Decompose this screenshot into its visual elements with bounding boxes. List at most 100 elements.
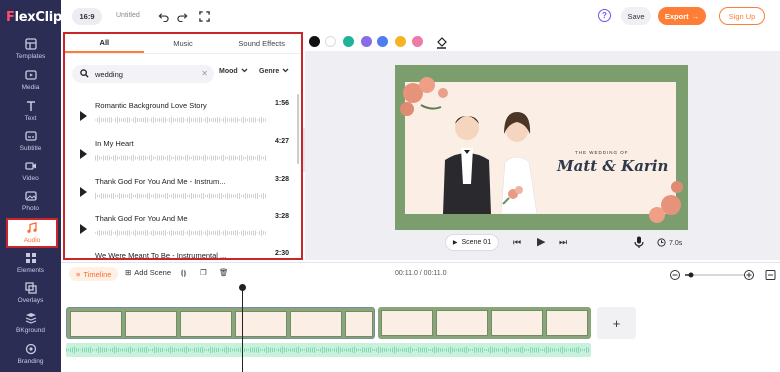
scene-duration[interactable]: 7.0s	[657, 238, 682, 249]
app-logo[interactable]: FlexClip	[6, 8, 62, 26]
scene-selector[interactable]: ▶ Scene 01	[445, 234, 499, 251]
microphone-icon[interactable]	[634, 236, 644, 248]
audio-icon	[26, 222, 38, 234]
mood-dropdown[interactable]: Mood	[219, 68, 248, 75]
aspect-ratio-button[interactable]: 16:9	[72, 8, 102, 25]
sidebar-item-label: BKground	[16, 327, 45, 334]
help-icon[interactable]: ?	[598, 9, 611, 22]
list-item[interactable]: We Were Meant To Be - Instrumental ... 2…	[65, 247, 301, 258]
audio-track[interactable]	[66, 343, 591, 357]
color-swatch[interactable]	[377, 36, 388, 47]
color-swatch[interactable]	[361, 36, 372, 47]
elements-icon	[25, 252, 37, 264]
photo-icon	[24, 190, 37, 202]
save-button[interactable]: Save	[621, 7, 651, 25]
play-icon[interactable]	[80, 111, 87, 121]
track-duration: 1:56	[274, 100, 289, 107]
next-icon[interactable]: ⏭	[559, 237, 567, 248]
scene-label: Scene 01	[461, 239, 492, 246]
waveform	[95, 192, 266, 200]
list-item[interactable]: Thank God For You And Me - Instrum... 3:…	[65, 173, 301, 209]
timeline-button[interactable]: ≡ Timeline	[69, 267, 119, 281]
media-icon	[24, 69, 37, 81]
scene-clip-2[interactable]	[378, 307, 591, 339]
fullscreen-icon[interactable]	[198, 10, 210, 22]
flower-decoration	[400, 77, 683, 223]
overlays-icon	[24, 282, 37, 294]
audio-panel: All Music Sound Effects ✕ Mood Genre Rom…	[63, 32, 303, 260]
sidebar-item-subtitle[interactable]: Subtitle	[0, 126, 61, 156]
track-duration: 3:28	[274, 176, 289, 183]
tab-music[interactable]: Music	[144, 34, 223, 53]
sidebar-item-video[interactable]: Video	[0, 156, 61, 186]
sidebar-item-audio[interactable]: Audio	[6, 218, 58, 248]
player-controls: ▶ Scene 01 ⏮ ▶ ⏭	[445, 234, 605, 252]
sidebar-item-branding[interactable]: Branding	[0, 339, 61, 369]
add-scene-icon: ⊞	[125, 268, 132, 277]
branding-icon	[25, 343, 37, 355]
duplicate-icon[interactable]: ❐	[200, 268, 207, 277]
list-item[interactable]: Romantic Background Love Story 1:56	[65, 97, 301, 133]
templates-icon	[24, 38, 37, 50]
play-button[interactable]: ▶	[537, 235, 545, 248]
tab-all[interactable]: All	[65, 34, 144, 53]
previous-icon[interactable]: ⏮	[513, 237, 521, 248]
color-swatch[interactable]	[325, 36, 336, 47]
clip-thumbnail	[491, 310, 543, 336]
search-icon	[80, 65, 89, 83]
sidebar-item-media[interactable]: Media	[0, 65, 61, 95]
sidebar-item-label: Overlays	[17, 297, 44, 304]
zoom-slider[interactable]	[669, 269, 779, 281]
track-title: Thank God For You And Me	[95, 214, 188, 223]
sidebar-item-overlays[interactable]: Overlays	[0, 278, 61, 308]
add-scene-label: Add Scene	[134, 268, 171, 277]
play-icon[interactable]	[80, 149, 87, 159]
add-scene-button[interactable]: ⊞ Add Scene	[125, 268, 171, 277]
list-item[interactable]: In My Heart 4:27	[65, 135, 301, 171]
redo-icon[interactable]	[176, 10, 188, 22]
color-swatch[interactable]	[412, 36, 423, 47]
sidebar-item-label: Text	[24, 115, 37, 122]
color-swatch[interactable]	[309, 36, 320, 47]
project-title[interactable]: Untitled	[116, 12, 140, 19]
sidebar-item-templates[interactable]: Templates	[0, 34, 61, 64]
search-input[interactable]	[95, 69, 195, 79]
timeline-tracks: +	[61, 284, 780, 372]
color-swatch[interactable]	[395, 36, 406, 47]
scene-clip-1[interactable]	[66, 307, 375, 339]
play-icon[interactable]	[80, 224, 87, 234]
sidebar-item-elements[interactable]: Elements	[0, 248, 61, 278]
track-duration: 4:27	[274, 138, 289, 145]
playhead-handle[interactable]	[239, 284, 246, 291]
color-swatch[interactable]	[343, 36, 354, 47]
track-title: In My Heart	[95, 139, 134, 148]
genre-dropdown[interactable]: Genre	[259, 68, 289, 75]
scrollbar[interactable]	[297, 94, 299, 164]
play-icon[interactable]	[80, 187, 87, 197]
chevron-down-icon	[282, 68, 289, 75]
clear-icon[interactable]: ✕	[201, 69, 208, 78]
sidebar-item-bkground[interactable]: BKground	[0, 308, 61, 338]
tab-sound-effects[interactable]: Sound Effects	[222, 34, 301, 53]
playhead[interactable]	[242, 284, 243, 372]
video-preview[interactable]: THE WEDDING OF Matt & Karin	[395, 65, 688, 230]
sidebar-item-photo[interactable]: Photo	[0, 186, 61, 216]
clip-thumbnail	[436, 310, 488, 336]
play-icon: ▶	[452, 240, 458, 246]
sidebar-item-label: Elements	[16, 267, 45, 274]
arrow-right-icon: →	[691, 11, 700, 21]
clip-thumbnail	[381, 310, 433, 336]
trash-icon[interactable]: 🗑	[219, 268, 229, 277]
clip-thumbnail	[345, 311, 373, 337]
list-item[interactable]: Thank God For You And Me 3:28	[65, 210, 301, 246]
genre-label: Genre	[259, 68, 280, 75]
undo-icon[interactable]	[157, 10, 169, 22]
split-icon[interactable]: ⦗⦘	[181, 268, 186, 278]
audio-waveform	[66, 346, 589, 354]
sign-up-button[interactable]: Sign Up	[719, 7, 765, 25]
add-clip-button[interactable]: +	[597, 307, 636, 339]
duration-value: 7.0s	[669, 240, 683, 247]
track-duration: 3:28	[274, 213, 289, 220]
sidebar-item-text[interactable]: Text	[0, 96, 61, 126]
export-button[interactable]: Export →	[658, 7, 706, 25]
